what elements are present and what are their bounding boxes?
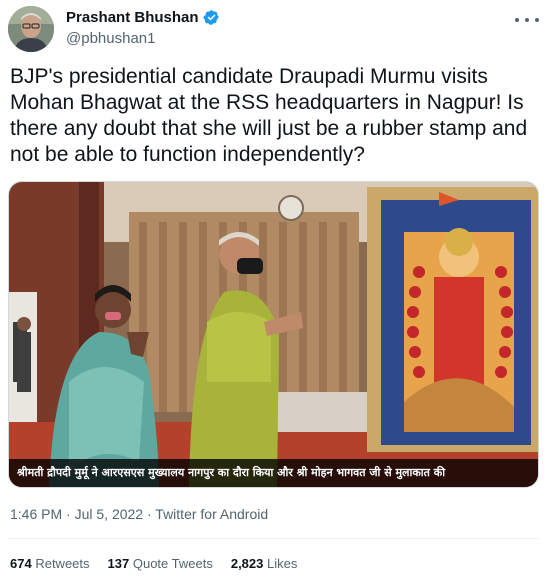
tweet-text: BJP's presidential candidate Draupadi Mu… <box>10 65 528 166</box>
more-dot-icon <box>515 18 519 22</box>
media-caption: श्रीमती द्रौपदी मुर्मू ने आरएसएस मुख्याल… <box>9 459 538 487</box>
meta-separator: · <box>62 506 75 522</box>
meta-separator: · <box>143 506 156 522</box>
tweet-source[interactable]: Twitter for Android <box>155 506 268 522</box>
user-handle[interactable]: @pbhushan1 <box>66 30 155 47</box>
tweet-header: Prashant Bhushan @pbhushan1 <box>8 6 541 54</box>
more-options-button[interactable] <box>515 10 539 30</box>
name-row: Prashant Bhushan <box>66 9 220 26</box>
divider <box>8 538 539 539</box>
quote-tweets-label: Quote Tweets <box>132 556 213 571</box>
quote-tweets-stat[interactable]: 137 Quote Tweets <box>108 556 213 571</box>
more-dot-icon <box>525 18 529 22</box>
likes-stat[interactable]: 2,823 Likes <box>231 556 298 571</box>
retweets-count: 674 <box>10 556 32 571</box>
tweet-date[interactable]: Jul 5, 2022 <box>75 506 144 522</box>
tweet-metadata: 1:46 PM · Jul 5, 2022 · Twitter for Andr… <box>10 506 268 522</box>
engagement-stats: 674 Retweets 137 Quote Tweets 2,823 Like… <box>10 556 297 571</box>
likes-count: 2,823 <box>230 556 264 571</box>
more-dot-icon <box>535 18 539 22</box>
profile-photo-icon <box>8 6 54 52</box>
media-photo <box>9 182 538 487</box>
retweets-stat[interactable]: 674 Retweets <box>10 556 90 571</box>
quote-tweets-count: 137 <box>107 556 130 571</box>
likes-label: Likes <box>267 556 298 571</box>
verified-badge-icon <box>203 10 219 25</box>
display-name[interactable]: Prashant Bhushan <box>66 9 199 26</box>
avatar[interactable] <box>8 6 54 52</box>
tweet-media[interactable]: श्रीमती द्रौपदी मुर्मू ने आरएसएस मुख्याल… <box>8 181 539 488</box>
tweet-time[interactable]: 1:46 PM <box>10 506 62 522</box>
retweets-label: Retweets <box>35 556 90 571</box>
